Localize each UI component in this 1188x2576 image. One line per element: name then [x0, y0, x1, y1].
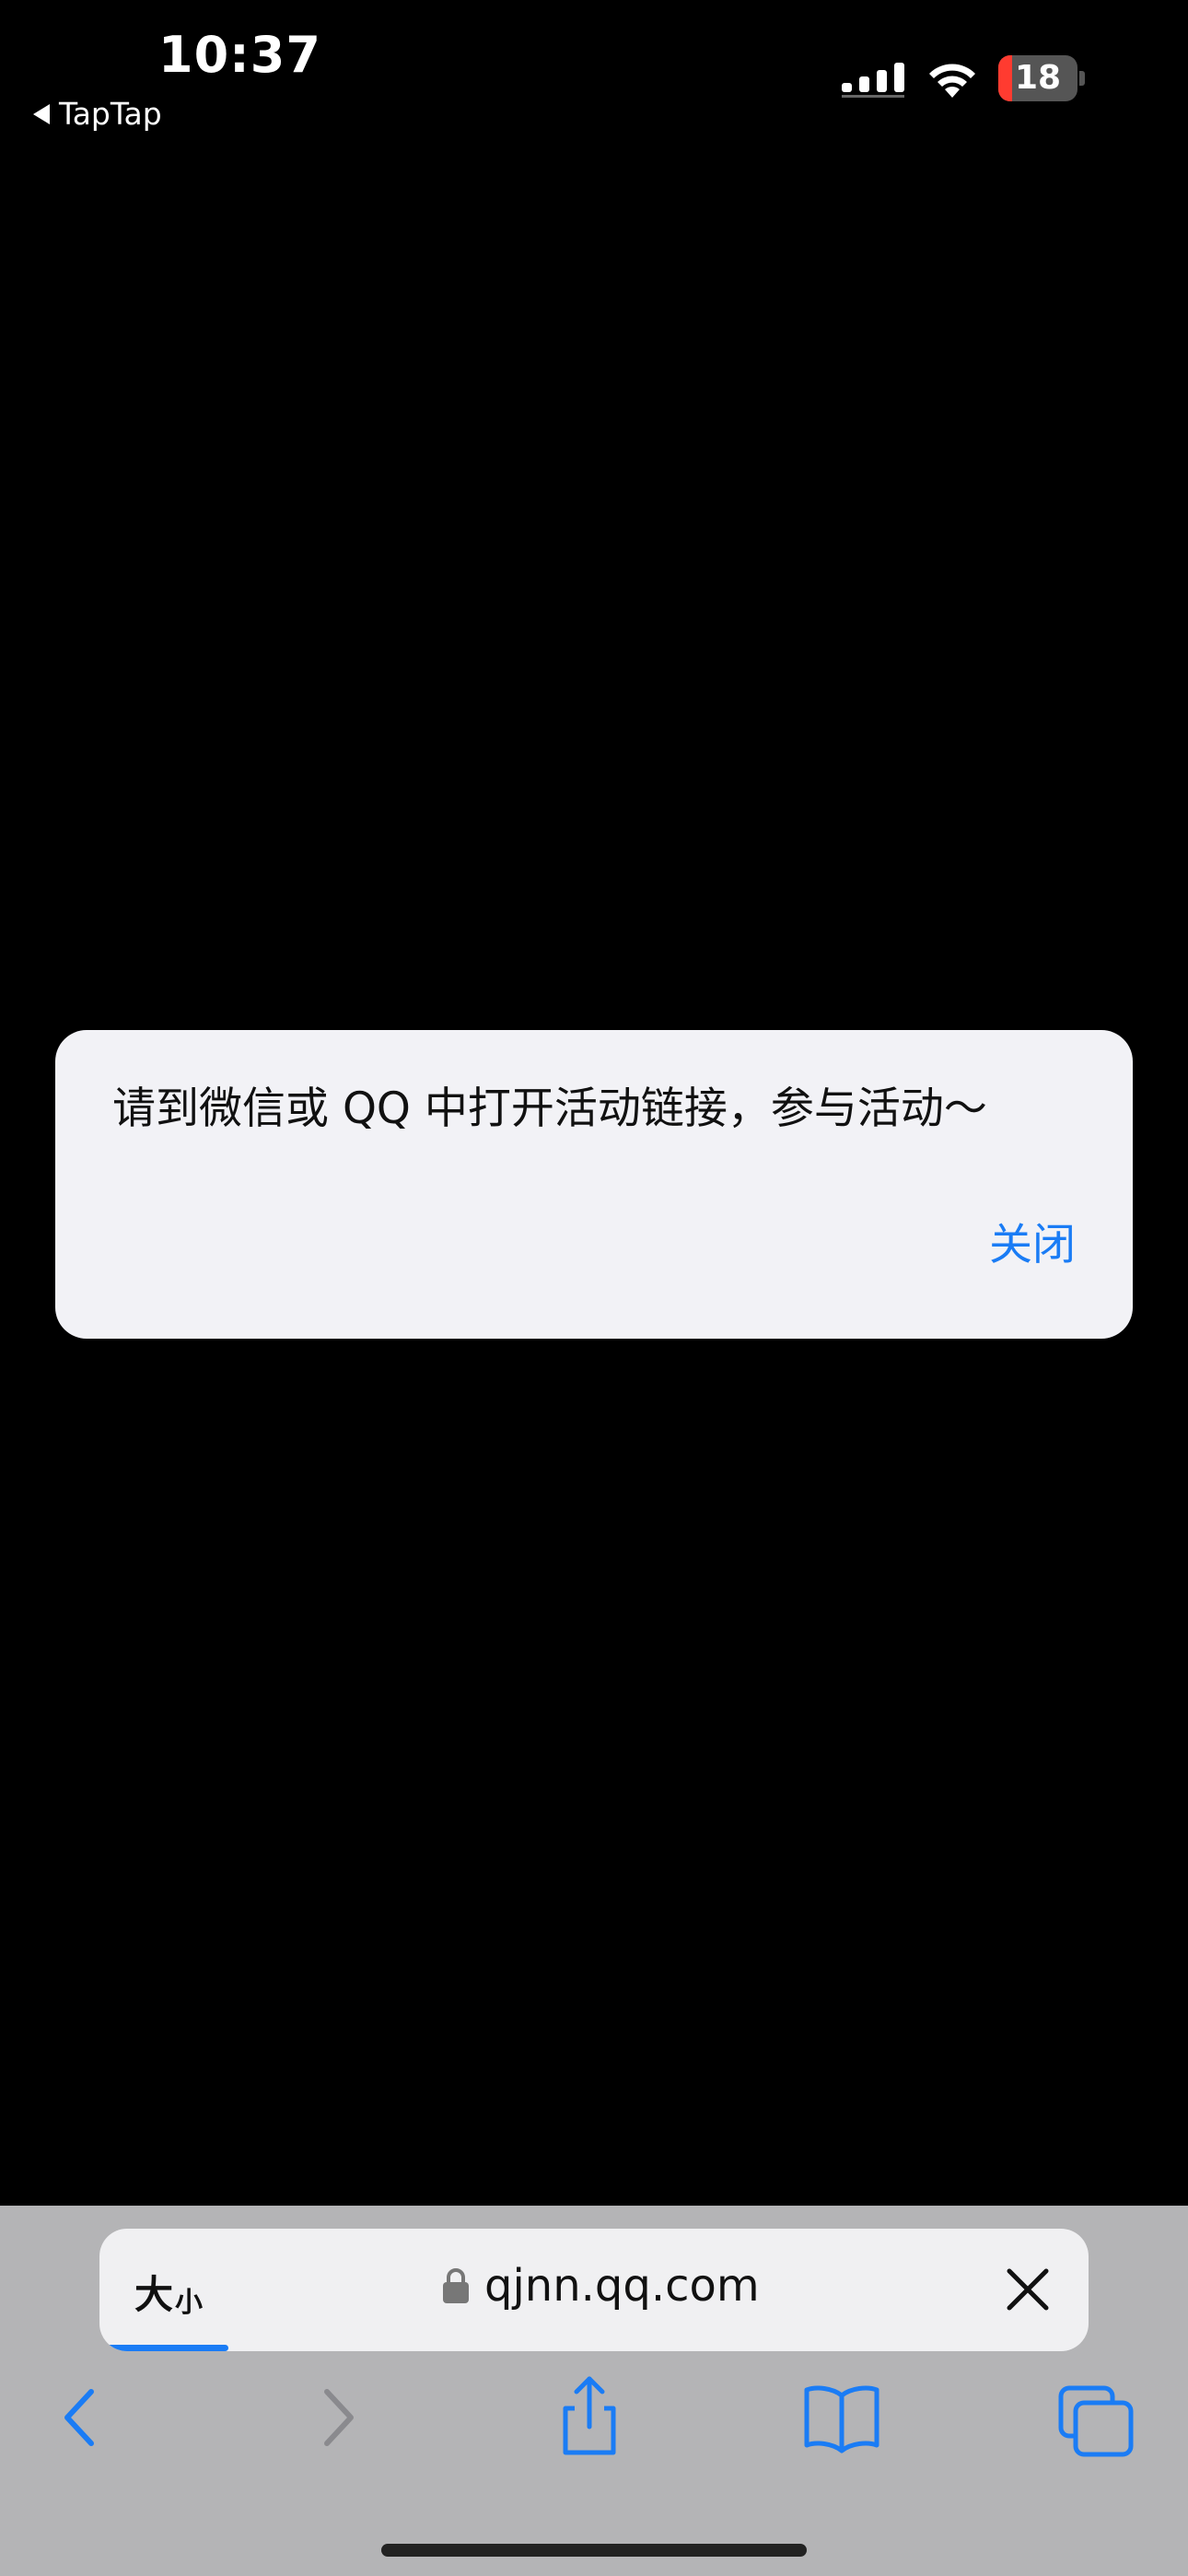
url-display[interactable]: qjnn.qq.com [442, 2260, 760, 2312]
browser-toolbar: 大 小 qjnn.qq.com [0, 2206, 1188, 2576]
battery-indicator: 18 [998, 55, 1085, 101]
share-icon [563, 2376, 616, 2455]
status-bar: 10:37 TapTap 18 [0, 0, 1188, 138]
back-button[interactable] [34, 2371, 126, 2464]
alert-message: 请到微信或 QQ 中打开活动链接，参与活动～ [112, 1083, 987, 1134]
tabs-icon [1058, 2385, 1134, 2457]
back-triangle-icon [33, 103, 50, 124]
text-size-button[interactable]: 大 小 [134, 2264, 203, 2320]
forward-button[interactable] [292, 2371, 384, 2464]
back-to-app[interactable]: TapTap [33, 96, 162, 132]
chevron-right-icon [324, 2389, 354, 2446]
alert-dialog: 请到微信或 QQ 中打开活动链接，参与活动～ 关闭 [55, 1030, 1133, 1339]
address-bar[interactable]: 大 小 qjnn.qq.com [99, 2229, 1089, 2351]
text-size-big: 大 [134, 2272, 174, 2317]
url-text: qjnn.qq.com [484, 2260, 760, 2312]
text-size-small: 小 [175, 2287, 204, 2319]
tabs-button[interactable] [1050, 2371, 1142, 2464]
book-icon [804, 2385, 879, 2453]
lock-icon [443, 2268, 469, 2303]
wifi-icon [929, 64, 975, 98]
bookmarks-button[interactable] [796, 2371, 888, 2464]
close-button[interactable]: 关闭 [989, 1209, 1076, 1272]
home-indicator[interactable] [381, 2544, 807, 2557]
close-icon [1007, 2268, 1049, 2311]
battery-level: 18 [1014, 59, 1062, 97]
cellular-signal-icon [842, 63, 904, 98]
stop-loading-button[interactable] [1004, 2266, 1052, 2313]
page-load-progress [99, 2345, 228, 2351]
back-app-label: TapTap [59, 96, 162, 132]
share-button[interactable] [543, 2371, 635, 2464]
browser-nav-row [0, 2371, 1188, 2482]
chevron-left-icon [64, 2389, 94, 2446]
status-time: 10:37 [158, 26, 321, 84]
